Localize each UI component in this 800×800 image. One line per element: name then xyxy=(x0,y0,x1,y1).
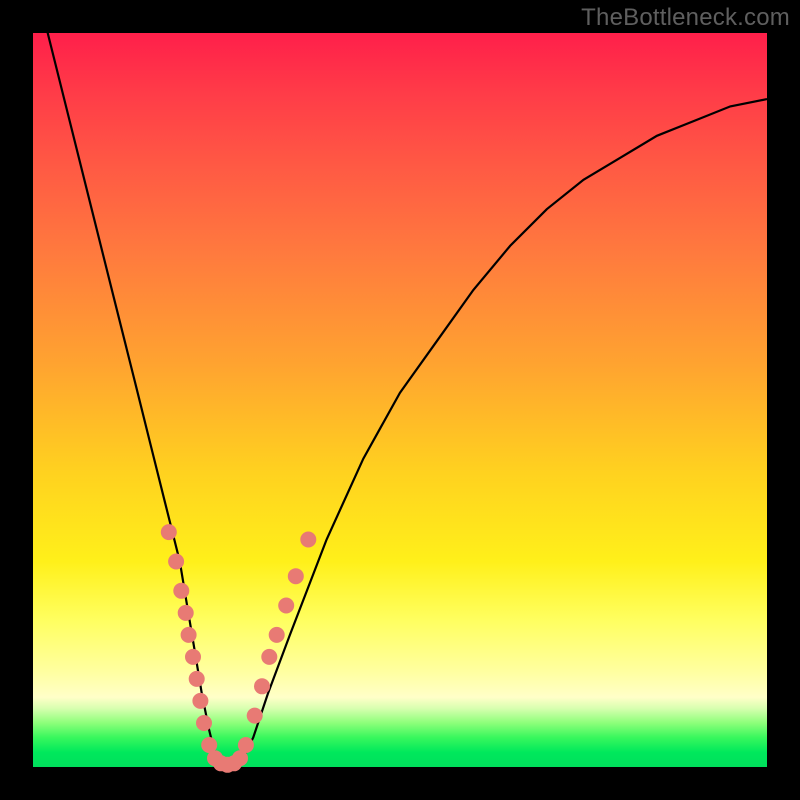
data-marker xyxy=(161,524,177,540)
data-marker xyxy=(261,649,277,665)
plot-area xyxy=(33,33,767,767)
data-marker xyxy=(196,715,212,731)
data-markers xyxy=(161,524,316,773)
data-marker xyxy=(178,605,194,621)
data-marker xyxy=(238,737,254,753)
data-marker xyxy=(278,598,294,614)
data-marker xyxy=(181,627,197,643)
data-marker xyxy=(254,678,270,694)
data-marker xyxy=(168,554,184,570)
data-marker xyxy=(173,583,189,599)
data-marker xyxy=(189,671,205,687)
bottleneck-curve xyxy=(48,13,767,767)
data-marker xyxy=(247,708,263,724)
chart-svg xyxy=(33,33,767,767)
data-marker xyxy=(288,568,304,584)
data-marker xyxy=(185,649,201,665)
chart-frame: TheBottleneck.com xyxy=(0,0,800,800)
watermark-text: TheBottleneck.com xyxy=(581,4,790,32)
data-marker xyxy=(192,693,208,709)
data-marker xyxy=(269,627,285,643)
data-marker xyxy=(300,532,316,548)
